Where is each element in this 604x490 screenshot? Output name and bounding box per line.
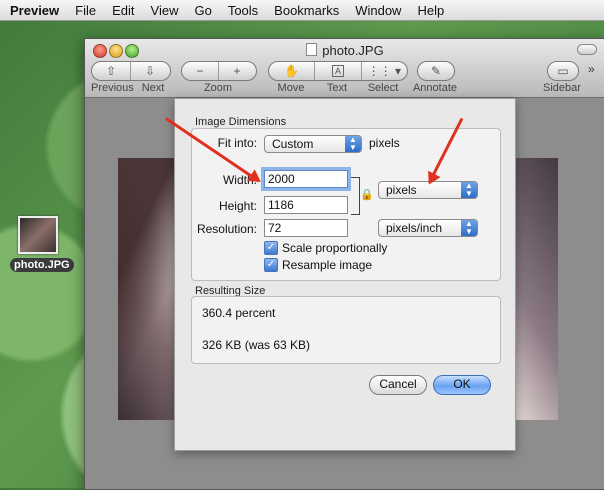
sidebar-button[interactable]: ▭	[548, 62, 578, 80]
hand-icon: ✋	[284, 64, 300, 78]
text-icon: A	[331, 65, 344, 77]
menu-go[interactable]: Go	[186, 3, 219, 18]
fit-into-unit-label: pixels	[369, 136, 400, 150]
popup-arrows-icon: ▲ ▼	[345, 136, 361, 152]
scale-proportionally-checkbox[interactable]: ✓ Scale proportionally	[264, 241, 387, 255]
annotate-button[interactable]: ✎	[418, 62, 454, 80]
resolution-unit-popup[interactable]: pixels/inch ▲ ▼	[378, 219, 478, 237]
menu-preview[interactable]: Preview	[0, 3, 67, 18]
checkmark-icon: ✓	[264, 241, 278, 255]
move-tool-button[interactable]: ✋	[269, 62, 316, 80]
percent-text: 360.4 percent	[202, 306, 276, 320]
sidebar-control: ▭	[547, 61, 579, 81]
preview-window: photo.JPG ⇧ ⇩ Previous Next − + Zoom ✋ A…	[84, 38, 604, 490]
tool-segmented-control: ✋ A ⋮⋮ ▾	[268, 61, 408, 81]
toolbar-overflow-icon[interactable]: »	[588, 62, 595, 76]
popup-arrows-icon: ▲ ▼	[461, 182, 477, 198]
resolution-label: Resolution:	[196, 222, 257, 236]
lock-icon: 🔒	[360, 189, 374, 201]
next-button[interactable]: ⇩	[131, 62, 169, 80]
height-field[interactable]: 1186	[264, 196, 348, 214]
pencil-icon: ✎	[430, 64, 442, 78]
plus-icon: +	[233, 64, 241, 78]
ok-button[interactable]: OK	[433, 375, 491, 395]
zoom-out-button[interactable]: −	[182, 62, 219, 80]
menu-file[interactable]: File	[67, 3, 104, 18]
menu-window[interactable]: Window	[347, 3, 409, 18]
checkmark-icon: ✓	[264, 258, 278, 272]
resolution-field[interactable]: 72	[264, 219, 348, 237]
previous-button[interactable]: ⇧	[92, 62, 131, 80]
move-label: Move	[277, 82, 305, 94]
popup-arrows-icon: ▲ ▼	[461, 220, 477, 236]
minus-icon: −	[196, 64, 204, 78]
text-label: Text	[326, 82, 348, 94]
window-titlebar: photo.JPG ⇧ ⇩ Previous Next − + Zoom ✋ A…	[85, 39, 604, 98]
desktop-file-icon[interactable]: photo.JPG	[10, 216, 74, 273]
text-tool-button[interactable]: A	[315, 62, 362, 80]
cancel-button[interactable]: Cancel	[369, 375, 427, 395]
image-thumbnail-icon	[18, 216, 58, 254]
fit-into-popup[interactable]: Custom ▲ ▼	[264, 135, 362, 153]
resample-image-checkbox[interactable]: ✓ Resample image	[264, 258, 372, 272]
menubar: Preview File Edit View Go Tools Bookmark…	[0, 0, 604, 21]
menu-view[interactable]: View	[143, 3, 187, 18]
nav-segmented-control: ⇧ ⇩	[91, 61, 171, 81]
width-field[interactable]: 2000	[264, 170, 348, 188]
toolbar-toggle-button[interactable]	[577, 44, 597, 55]
sidebar-label: Sidebar	[543, 82, 581, 94]
filesize-text: 326 KB (was 63 KB)	[202, 338, 311, 352]
desktop-file-label: photo.JPG	[10, 258, 74, 272]
menu-tools[interactable]: Tools	[220, 3, 266, 18]
image-dimensions-title: Image Dimensions	[195, 116, 287, 128]
zoom-segmented-control: − +	[181, 61, 257, 81]
menu-help[interactable]: Help	[409, 3, 452, 18]
select-icon: ⋮⋮ ▾	[367, 64, 401, 78]
menu-edit[interactable]: Edit	[104, 3, 142, 18]
image-size-sheet: Image Dimensions Fit into: Custom ▲ ▼ pix…	[174, 98, 516, 451]
up-arrow-icon: ⇧	[105, 64, 117, 78]
document-icon	[306, 43, 318, 56]
proportion-bracket	[351, 177, 360, 215]
height-label: Height:	[218, 199, 257, 213]
select-tool-button[interactable]: ⋮⋮ ▾	[362, 62, 407, 80]
menu-bookmarks[interactable]: Bookmarks	[266, 3, 347, 18]
annotate-label: Annotate	[412, 82, 458, 94]
sidebar-icon: ▭	[557, 64, 569, 78]
zoom-label: Zoom	[203, 82, 233, 94]
down-arrow-icon: ⇩	[144, 64, 156, 78]
annotate-control: ✎	[417, 61, 455, 81]
window-title: photo.JPG	[85, 43, 604, 58]
previous-label: Previous	[91, 82, 134, 94]
select-label: Select	[367, 82, 399, 94]
next-label: Next	[141, 82, 165, 94]
zoom-in-button[interactable]: +	[219, 62, 255, 80]
